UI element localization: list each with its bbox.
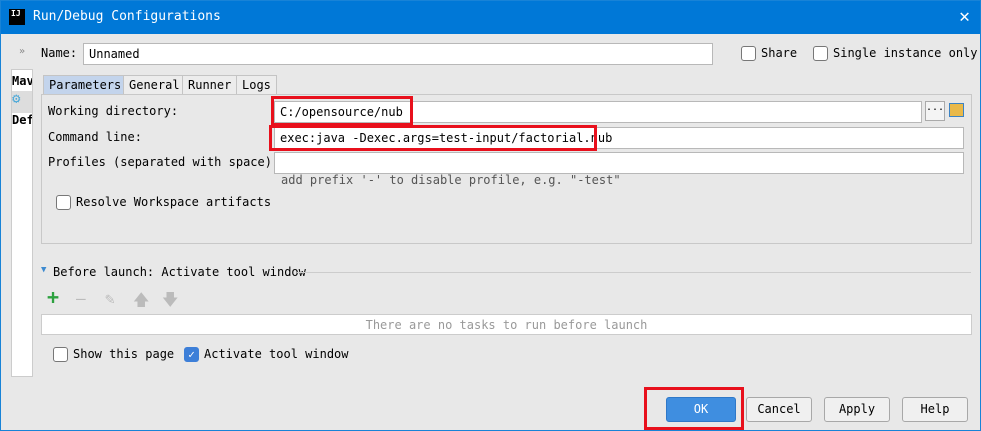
separator — [297, 272, 971, 273]
empty-list-text: There are no tasks to run before launch — [365, 318, 648, 332]
tab-parameters[interactable]: Parameters — [43, 75, 128, 95]
profiles-hint: add prefix '-' to disable profile, e.g. … — [281, 173, 621, 187]
edit-icon[interactable]: ✎ — [105, 289, 115, 308]
tab-logs[interactable]: Logs — [236, 75, 277, 95]
collapse-triangle-icon[interactable]: ▼ — [41, 265, 46, 275]
window-title: Run/Debug Configurations — [33, 9, 221, 24]
show-page-checkbox[interactable]: Show this page — [53, 347, 174, 362]
remove-icon[interactable]: — — [76, 289, 86, 308]
show-page-label: Show this page — [73, 347, 175, 361]
tree-item-defaults[interactable]: Def — [12, 113, 32, 127]
before-launch-list[interactable]: There are no tasks to run before launch — [41, 314, 972, 335]
close-icon[interactable]: ✕ — [959, 6, 970, 27]
before-launch-title: Before launch: Activate tool window — [53, 265, 306, 279]
single-instance-checkbox[interactable]: Single instance only — [813, 46, 978, 61]
name-label: Name: — [41, 46, 78, 60]
config-tree[interactable]: Mav ⚙ Def — [11, 69, 33, 377]
dialog-window: IJ Run/Debug Configurations ✕ » Name: Sh… — [0, 0, 981, 431]
single-instance-label: Single instance only — [833, 46, 978, 60]
folder-icon[interactable] — [949, 103, 964, 117]
tab-runner[interactable]: Runner — [182, 75, 238, 95]
working-dir-label: Working directory: — [48, 104, 179, 118]
gear-icon: ⚙ — [12, 91, 32, 113]
move-up-icon[interactable]: 🡅 — [133, 289, 149, 316]
expand-icon[interactable]: » — [19, 46, 25, 57]
highlight-box — [269, 125, 597, 151]
tree-item-maven[interactable]: Mav — [12, 74, 32, 88]
highlight-box — [271, 96, 413, 126]
help-button[interactable]: Help — [902, 397, 968, 422]
browse-button[interactable]: ... — [925, 101, 945, 121]
activate-tool-window-checkbox[interactable]: ✓ Activate tool window — [184, 347, 349, 362]
activate-tool-window-label: Activate tool window — [204, 347, 349, 361]
share-label: Share — [761, 46, 798, 60]
resolve-workspace-checkbox[interactable]: Resolve Workspace artifacts — [56, 195, 271, 210]
apply-button[interactable]: Apply — [824, 397, 890, 422]
resolve-workspace-label: Resolve Workspace artifacts — [76, 195, 272, 209]
intellij-logo-icon: IJ — [9, 9, 25, 25]
tab-general[interactable]: General — [123, 75, 186, 95]
command-line-label: Command line: — [48, 130, 142, 144]
profiles-label: Profiles (separated with space): — [48, 155, 280, 169]
cancel-button[interactable]: Cancel — [746, 397, 812, 422]
move-down-icon[interactable]: 🡇 — [162, 289, 178, 316]
title-bar: IJ Run/Debug Configurations ✕ — [1, 1, 980, 34]
profiles-input[interactable] — [274, 152, 964, 174]
add-icon[interactable]: + — [47, 285, 59, 309]
share-checkbox[interactable]: Share — [741, 46, 797, 61]
highlight-box — [644, 387, 744, 430]
name-input[interactable] — [83, 43, 713, 65]
